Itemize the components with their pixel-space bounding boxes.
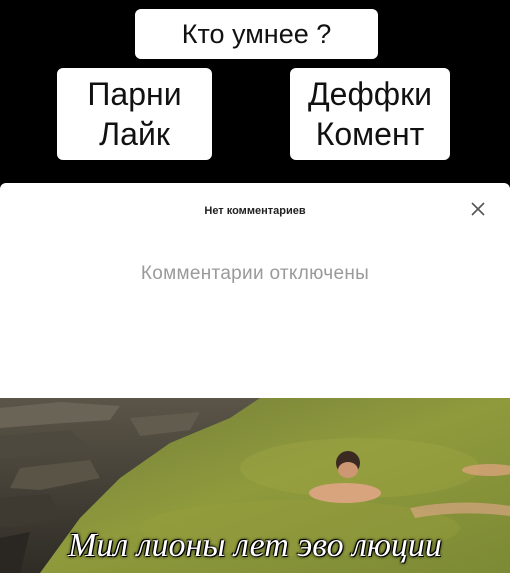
close-button[interactable]: [464, 195, 492, 223]
poll-question-text: Кто умнее ?: [181, 18, 332, 49]
comments-sheet: Нет комментариев Комментарии отключены: [0, 183, 510, 398]
video-caption: Мил лионы лет эво люции: [68, 527, 442, 564]
comments-disabled-message: Комментарии отключены: [140, 263, 370, 284]
poll-option-right: Деффки Комент: [290, 68, 450, 160]
poll-header: Кто умнее ? Парни Лайк Деффки Комент: [0, 0, 510, 175]
poll-option-left: Парни Лайк: [57, 68, 212, 160]
close-icon: [471, 202, 485, 216]
poll-option-left-line2: Лайк: [99, 116, 170, 152]
poll-option-right-line1: Деффки: [308, 76, 432, 112]
comments-sheet-title: Нет комментариев: [204, 205, 306, 217]
video-frame[interactable]: Мил лионы лет эво люции: [0, 398, 510, 573]
poll-option-right-line2: Комент: [315, 116, 425, 152]
poll-option-left-line1: Парни: [87, 76, 182, 112]
poll-question: Кто умнее ?: [135, 9, 378, 59]
